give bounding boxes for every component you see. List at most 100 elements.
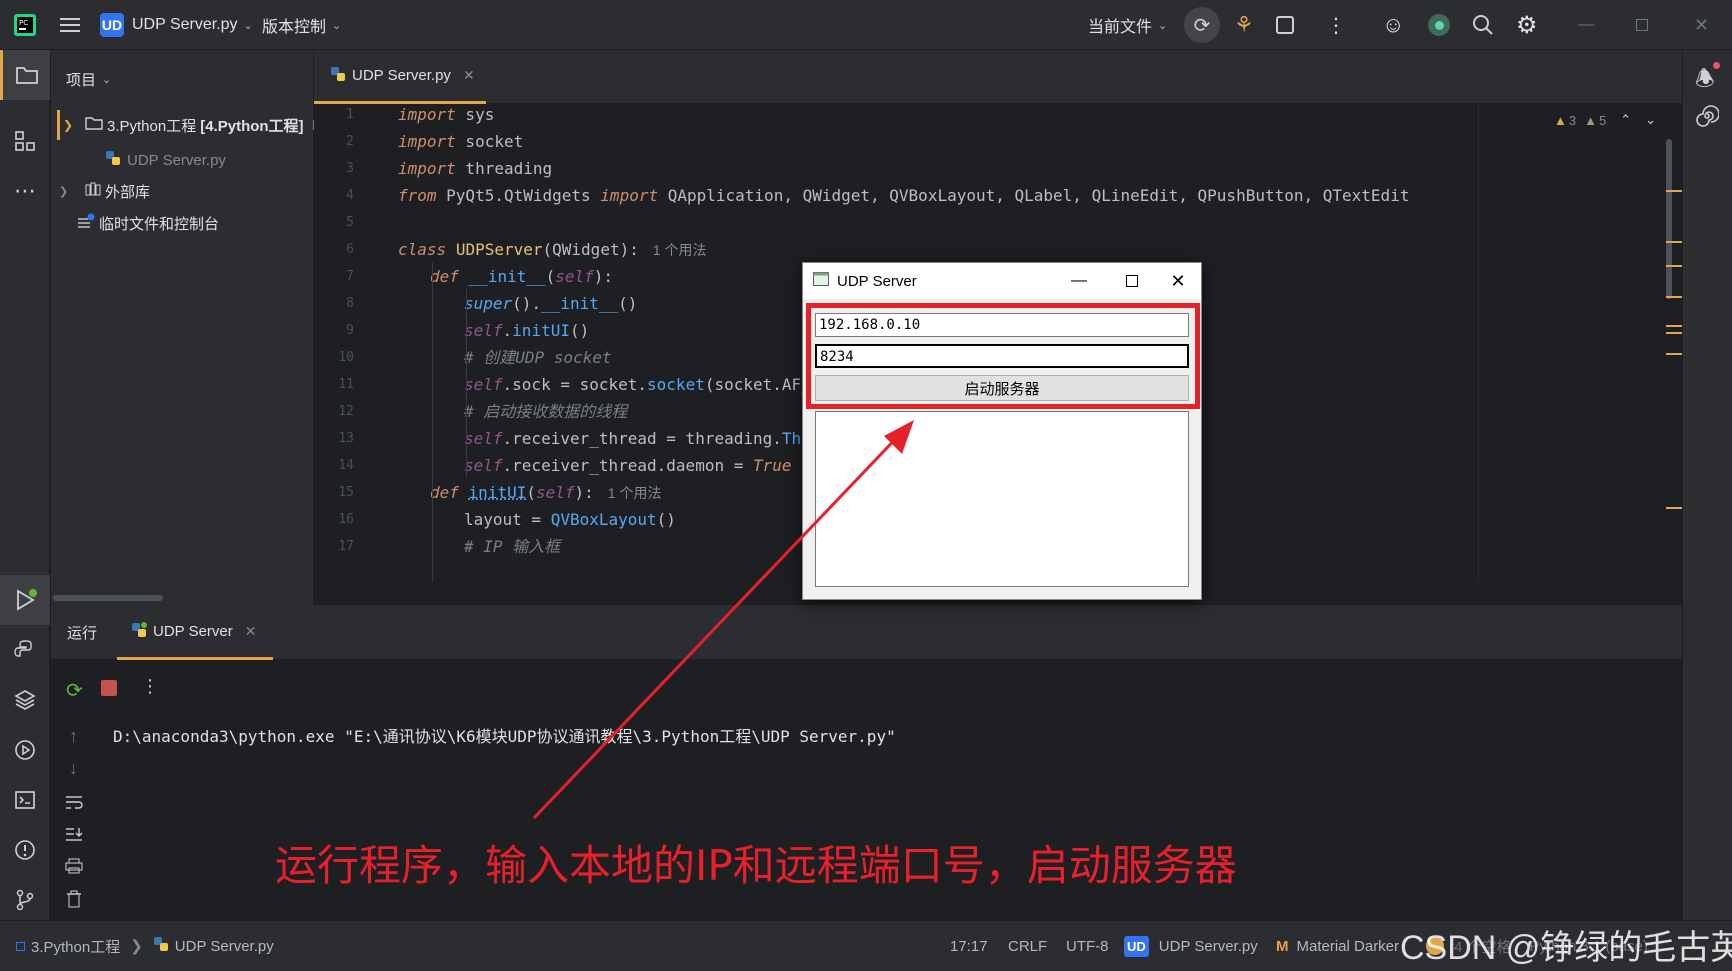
tree-item-label: 临时文件和控制台 <box>99 213 219 234</box>
code-line-10: # 创建UDP socket <box>464 343 612 373</box>
warning-marker[interactable] <box>1666 332 1682 334</box>
scroll-down-icon[interactable]: ↓ <box>69 758 78 779</box>
ai-spiral-icon[interactable] <box>1695 104 1719 131</box>
close-window-button[interactable]: ✕ <box>1694 0 1709 50</box>
line-number: 2 <box>314 135 354 149</box>
chevron-down-icon[interactable]: ⌄ <box>1645 112 1656 128</box>
more-actions-icon[interactable]: ⋮ <box>1326 0 1346 50</box>
file-encoding[interactable]: UTF-8 <box>1066 921 1109 971</box>
run-tab-label: UDP Server <box>153 623 233 640</box>
stop-button[interactable] <box>1276 0 1294 50</box>
soft-wrap-icon[interactable] <box>65 794 83 813</box>
csdn-watermark: CSDN @铮绿的毛古英 <box>1400 920 1732 969</box>
line-number: 16 <box>314 513 354 527</box>
project-selector[interactable]: UD UDP Server.py ⌄ <box>100 0 253 50</box>
layers-icon[interactable] <box>10 685 40 715</box>
project-tool-button[interactable] <box>0 50 50 100</box>
code-line-9: self.initUI() <box>464 316 589 346</box>
warning-marker[interactable] <box>1666 507 1682 509</box>
settings-gear-icon[interactable]: ⚙ <box>1516 0 1538 50</box>
maximize-button[interactable] <box>1636 0 1648 50</box>
line-number: 1 <box>314 108 354 122</box>
add-user-icon[interactable]: ☺ <box>1382 0 1404 50</box>
run-tab-udp-server[interactable]: UDP Server ✕ <box>117 605 273 660</box>
caret-position[interactable]: 17:17 <box>950 921 988 971</box>
close-tab-icon[interactable]: ✕ <box>463 67 475 84</box>
chevron-up-icon[interactable]: ⌃ <box>1620 112 1631 128</box>
warning-marker[interactable] <box>1666 241 1682 243</box>
tree-item-scratches[interactable]: 临时文件和控制台 <box>77 208 219 238</box>
udp-window-titlebar[interactable]: UDP Server — ✕ <box>803 263 1201 299</box>
tree-item-label: UDP Server.py <box>127 152 226 169</box>
close-tab-icon[interactable]: ✕ <box>245 623 257 640</box>
tree-item-external-libs[interactable]: ❯ 外部库 <box>59 176 150 206</box>
line-number: 12 <box>314 405 354 419</box>
ai-assistant-icon[interactable] <box>1428 0 1450 50</box>
line-separator[interactable]: CRLF <box>1008 921 1047 971</box>
code-line-2: import socket <box>398 127 523 157</box>
project-panel-title[interactable]: 项目 ⌄ <box>66 64 111 94</box>
chevron-down-icon: ⌄ <box>1158 19 1167 32</box>
usage-hint[interactable]: 1 个用法 <box>653 242 707 258</box>
debug-button[interactable]: ⚘ <box>1234 0 1254 50</box>
breadcrumb-project[interactable]: 3.Python工程 <box>31 936 120 957</box>
tree-root-bold-label: [4.Python工程] <box>200 115 303 136</box>
title-bar: PC UD UDP Server.py ⌄ 版本控制 ⌄ 当前文件 ⌄ ⟳ ⚘ … <box>0 0 1732 50</box>
services-icon[interactable] <box>10 735 40 765</box>
stop-process-button[interactable] <box>101 680 117 696</box>
problems-icon[interactable] <box>10 835 40 865</box>
svg-text:PC: PC <box>19 19 28 27</box>
warning-marker[interactable] <box>1666 296 1682 298</box>
line-number: 13 <box>314 432 354 446</box>
run-config-selector[interactable]: 当前文件 ⌄ <box>1088 0 1167 50</box>
project-status-item[interactable]: UD UDP Server.py <box>1124 921 1258 971</box>
pycharm-logo-icon[interactable]: PC <box>14 0 36 50</box>
python-console-icon[interactable] <box>10 635 40 665</box>
inspection-widget[interactable]: ▲ 3 ▲ 5 ⌃ ⌄ <box>1554 112 1656 128</box>
warning-marker[interactable] <box>1666 190 1682 192</box>
maximize-button[interactable] <box>1109 263 1155 299</box>
minimize-button[interactable]: — <box>1578 0 1594 50</box>
chevron-down-icon: ⌄ <box>332 19 341 32</box>
folder-icon <box>85 116 103 134</box>
run-tool-button[interactable] <box>0 575 50 625</box>
rerun-icon[interactable]: ⟳ <box>66 678 83 703</box>
scroll-to-end-icon[interactable] <box>65 826 83 845</box>
warning-marker[interactable] <box>1666 353 1682 355</box>
print-icon[interactable] <box>65 858 83 877</box>
code-line-3: import threading <box>398 154 552 184</box>
tree-root-project[interactable]: ❯ 3.Python工程 [4.Python工程] E <box>63 110 322 140</box>
notification-dot <box>1713 62 1720 69</box>
notifications-bell-icon[interactable]: 🕭 <box>1695 62 1715 100</box>
main-menu-icon[interactable] <box>60 0 82 50</box>
rerun-button[interactable]: ⟳ <box>1184 0 1220 50</box>
warning-marker[interactable] <box>1666 325 1682 327</box>
vcs-menu[interactable]: 版本控制 ⌄ <box>262 0 341 50</box>
structure-icon[interactable] <box>10 126 40 156</box>
run-config-label: 当前文件 <box>1088 13 1152 37</box>
warning-marker[interactable] <box>1666 265 1682 267</box>
chevron-right-icon: ❯ <box>130 937 143 955</box>
line-number: 8 <box>314 297 354 311</box>
minimize-button[interactable]: — <box>1056 263 1102 299</box>
theme-switcher[interactable]: M Material Darker <box>1276 921 1399 971</box>
indent-guide <box>432 262 433 605</box>
tree-item-udp-server[interactable]: UDP Server.py <box>105 145 226 175</box>
python-file-icon <box>153 936 169 956</box>
annotation-arrow <box>500 400 940 830</box>
search-icon[interactable] <box>1472 0 1494 50</box>
scroll-up-icon[interactable]: ↑ <box>69 726 78 747</box>
horizontal-scrollbar[interactable] <box>53 595 163 601</box>
more-actions-icon[interactable]: ⋮ <box>141 676 159 697</box>
breadcrumb-file[interactable]: UDP Server.py <box>175 938 274 955</box>
editor-tab-udp-server[interactable]: UDP Server.py ✕ <box>314 50 486 104</box>
git-branch-icon[interactable] <box>10 885 40 915</box>
terminal-icon[interactable] <box>10 785 40 815</box>
close-button[interactable]: ✕ <box>1155 263 1201 299</box>
more-tools-icon[interactable]: ⋯ <box>10 176 40 206</box>
error-stripe[interactable] <box>1666 135 1682 605</box>
warning-icon: ▲ <box>1554 113 1567 128</box>
vertical-scrollbar-thumb[interactable] <box>1666 139 1672 299</box>
weak-warning-icon: ▲ <box>1584 113 1597 128</box>
trash-icon[interactable] <box>66 890 82 911</box>
